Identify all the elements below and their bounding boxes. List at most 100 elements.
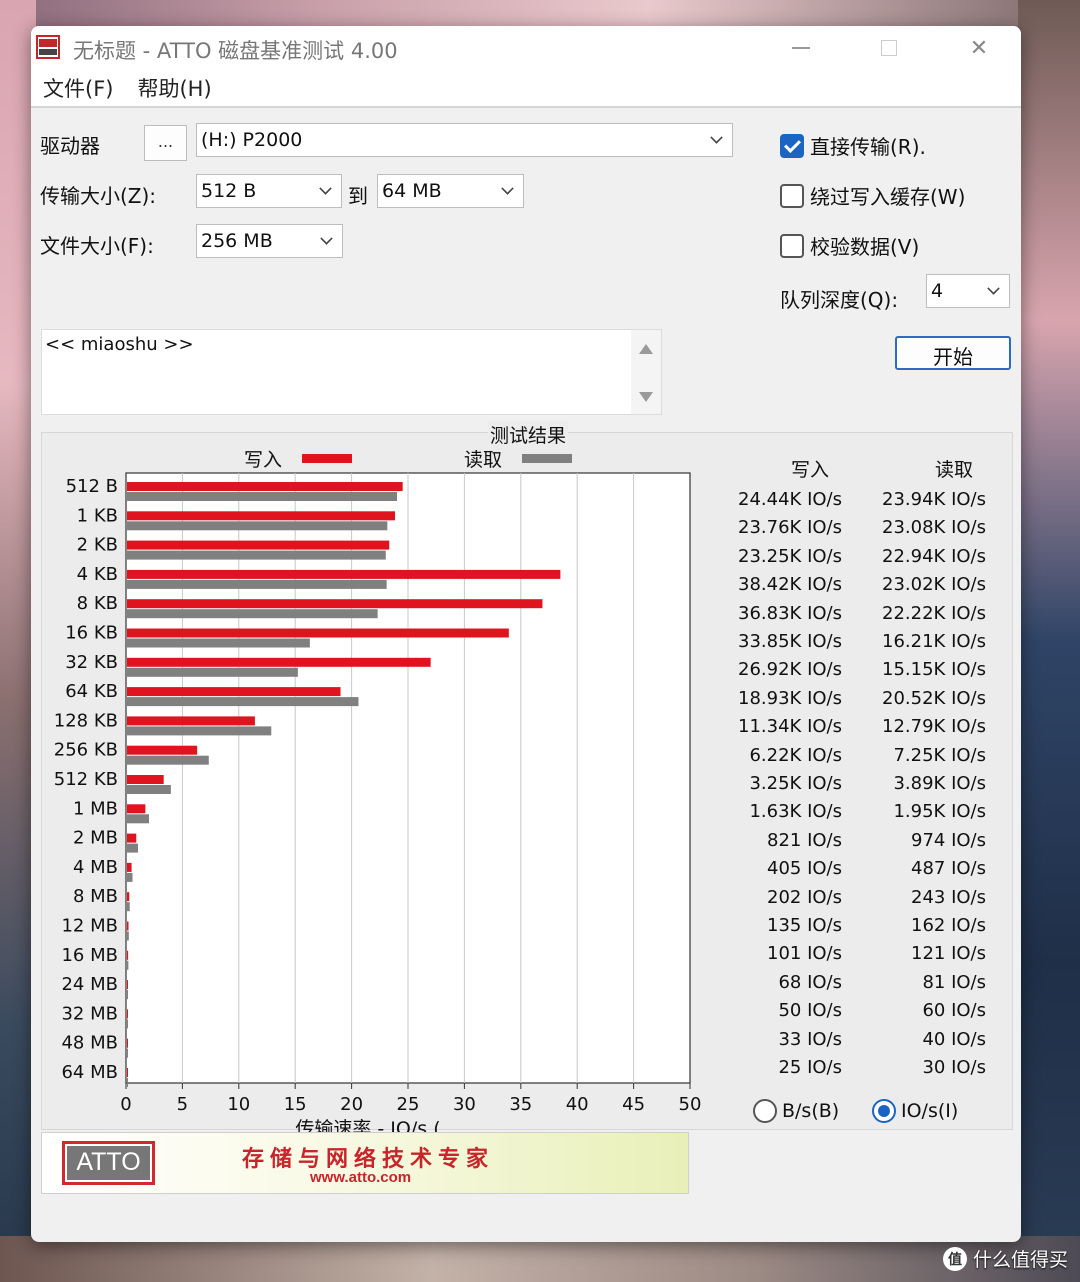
chevron-down-icon [319, 182, 332, 195]
drive-label: 驱动器 [40, 134, 100, 158]
x-tick-label: 0 [120, 1094, 131, 1115]
y-category-label: 128 KB [54, 710, 118, 731]
unit-ios-radio[interactable]: IO/s(I) [872, 1099, 958, 1123]
write-rate-value: 33 IO/s [778, 1028, 842, 1050]
description-text: << miaoshu >> [45, 334, 194, 355]
file-size-value: 256 MB [201, 230, 273, 252]
write-bar [127, 599, 543, 609]
write-rate-value: 68 IO/s [778, 971, 842, 993]
read-rate-value: 22.94K IO/s [882, 545, 986, 567]
x-tick-label: 45 [622, 1094, 645, 1115]
read-rate-value: 3.89K IO/s [893, 773, 986, 794]
file-size-select[interactable]: 256 MB [196, 224, 343, 258]
scroll-down-icon[interactable] [639, 392, 653, 402]
radio-unselected-icon [753, 1099, 777, 1123]
direct-io-label: 直接传输(R). [810, 135, 926, 159]
write-rate-value: 821 IO/s [767, 829, 842, 851]
read-bar [127, 521, 388, 531]
minimize-button[interactable] [771, 26, 831, 70]
transfer-size-label: 传输大小(Z): [40, 184, 157, 208]
read-bar [127, 550, 386, 560]
y-category-label: 64 MB [61, 1062, 118, 1083]
drive-select[interactable]: (H:) P2000 [196, 123, 733, 157]
write-bar [127, 833, 137, 843]
y-category-label: 48 MB [61, 1033, 118, 1054]
y-category-label: 32 MB [61, 1003, 118, 1024]
x-tick-label: 35 [509, 1094, 532, 1115]
read-rate-value: 23.02K IO/s [882, 574, 986, 596]
write-rate-value: 38.42K IO/s [738, 574, 842, 596]
table-row: 11.34K IO/s 12.79K IO/s [686, 716, 986, 744]
y-category-label: 64 KB [65, 681, 118, 702]
y-category-label: 8 MB [73, 886, 118, 907]
read-bar [127, 667, 298, 677]
write-bar [127, 687, 341, 697]
atto-banner[interactable]: ATTO 存储与网络技术专家 www.atto.com [41, 1132, 689, 1194]
read-bar [127, 726, 272, 736]
table-row: 23.25K IO/s 22.94K IO/s [686, 546, 986, 574]
menu-help[interactable]: 帮助(H) [125, 73, 223, 103]
transfer-to-value: 64 MB [382, 180, 442, 202]
unit-bytes-label: B/s(B) [782, 1100, 840, 1122]
description-scrollbar[interactable] [631, 330, 661, 414]
read-rate-value: 243 IO/s [911, 886, 986, 908]
description-textarea[interactable]: << miaoshu >> [41, 329, 662, 415]
read-rate-value: 40 IO/s [922, 1028, 986, 1050]
direct-io-checkbox[interactable]: 直接传输(R). [780, 131, 926, 160]
read-rate-value: 974 IO/s [911, 829, 986, 851]
maximize-icon [881, 40, 897, 56]
write-bar [127, 921, 129, 931]
y-category-label: 512 B [66, 476, 118, 497]
write-bar [127, 950, 129, 960]
atto-app-icon [36, 35, 60, 59]
transfer-to-select[interactable]: 64 MB [377, 174, 524, 208]
read-bar [127, 1078, 128, 1087]
write-bar [127, 482, 403, 491]
read-bar [127, 785, 171, 794]
read-rate-value: 12.79K IO/s [882, 716, 986, 738]
write-rate-value: 23.76K IO/s [738, 517, 842, 539]
write-bar [127, 1009, 128, 1019]
read-rate-value: 7.25K IO/s [893, 744, 986, 766]
write-rate-value: 26.92K IO/s [738, 659, 842, 681]
table-row: 36.83K IO/s 22.22K IO/s [686, 603, 986, 631]
bypass-write-cache-checkbox[interactable]: 绕过写入缓存(W) [780, 181, 965, 210]
y-category-label: 8 KB [77, 593, 118, 614]
checkbox-unchecked-icon [780, 233, 804, 258]
start-button[interactable]: 开始 [895, 336, 1011, 370]
chevron-down-icon [501, 182, 514, 195]
table-row: 18.93K IO/s 20.52K IO/s [686, 688, 986, 716]
browse-drive-button[interactable]: ... [144, 125, 187, 161]
close-button[interactable]: ✕ [949, 26, 1009, 70]
read-rate-value: 23.94K IO/s [882, 489, 986, 510]
write-rate-value: 6.22K IO/s [749, 744, 842, 766]
to-label: 到 [348, 184, 368, 208]
title-bar: 无标题 - ATTO 磁盘基准测试 4.00 ✕ [31, 26, 1021, 70]
verify-data-checkbox[interactable]: 校验数据(V) [780, 231, 919, 260]
queue-depth-select[interactable]: 4 [926, 274, 1010, 308]
read-column-header: 读取 [935, 459, 974, 481]
scroll-up-icon[interactable] [639, 344, 653, 354]
write-bar [127, 540, 390, 550]
write-rate-value: 202 IO/s [767, 886, 842, 908]
table-row: 101 IO/s 121 IO/s [686, 943, 986, 971]
queue-depth-label: 队列深度(Q): [780, 288, 899, 312]
read-rate-value: 60 IO/s [922, 1000, 986, 1022]
read-rate-value: 121 IO/s [911, 943, 986, 965]
transfer-from-select[interactable]: 512 B [196, 174, 342, 208]
table-row: 202 IO/s 243 IO/s [686, 887, 986, 915]
read-bar [127, 872, 133, 882]
read-bar [127, 697, 359, 707]
y-category-label: 16 KB [65, 623, 118, 644]
y-category-label: 1 KB [77, 505, 118, 526]
unit-bytes-radio[interactable]: B/s(B) [753, 1099, 839, 1123]
window-title: 无标题 - ATTO 磁盘基准测试 4.00 [73, 39, 398, 63]
read-bar [127, 902, 130, 912]
write-bar [127, 569, 561, 579]
maximize-button[interactable] [859, 26, 919, 70]
menu-file[interactable]: 文件(F) [31, 73, 125, 103]
watermark-logo-icon: 值 [942, 1246, 967, 1271]
read-bar [127, 814, 149, 824]
write-rate-value: 36.83K IO/s [738, 602, 842, 624]
read-rate-value: 487 IO/s [911, 858, 986, 880]
